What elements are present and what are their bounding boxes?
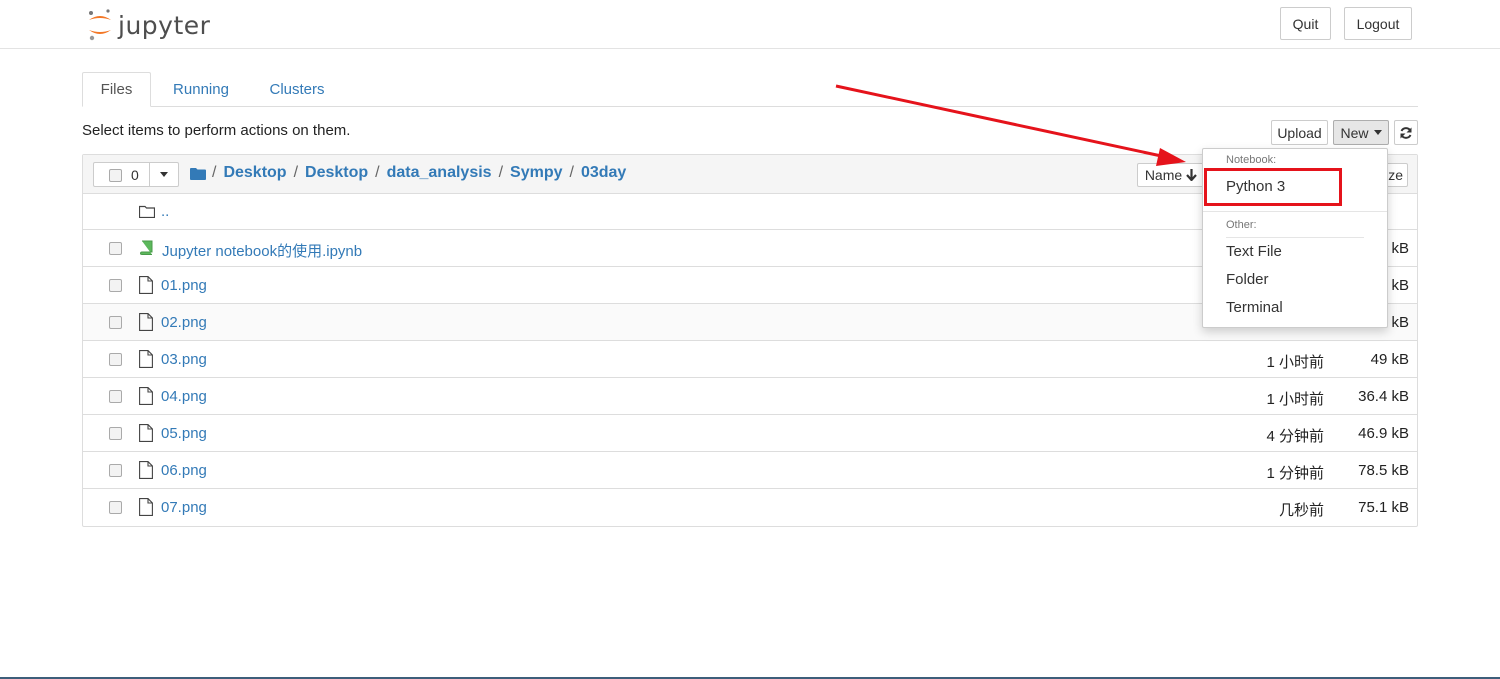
- new-button-label: New: [1340, 124, 1369, 141]
- jupyter-logo[interactable]: jupyter: [86, 8, 210, 42]
- refresh-icon: [1400, 126, 1412, 139]
- row-checkbox[interactable]: [109, 316, 122, 329]
- sort-name-label: Name: [1144, 167, 1183, 183]
- notebook-icon: [140, 240, 153, 255]
- select-all-checkbox-button[interactable]: 0: [93, 162, 150, 187]
- file-icon: [139, 424, 153, 442]
- file-row[interactable]: 03.png 1 小时前 49 kB: [83, 341, 1417, 378]
- row-checkbox[interactable]: [109, 464, 122, 477]
- logo-text: jupyter: [118, 10, 211, 40]
- select-menu-toggle[interactable]: [150, 162, 179, 187]
- breadcrumb-item[interactable]: Desktop: [223, 164, 286, 182]
- menu-divider: [1203, 211, 1387, 212]
- breadcrumb-separator: /: [293, 164, 299, 181]
- row-checkbox[interactable]: [109, 353, 122, 366]
- annotation-highlight-box: [1204, 168, 1342, 206]
- arrow-down-icon: [1186, 169, 1197, 181]
- row-checkbox[interactable]: [109, 279, 122, 292]
- tab-clusters[interactable]: Clusters: [258, 72, 336, 106]
- row-checkbox[interactable]: [109, 501, 122, 514]
- new-dropdown-button[interactable]: New: [1333, 120, 1389, 145]
- row-checkbox[interactable]: [109, 427, 122, 440]
- file-name-link[interactable]: Jupyter notebook的使用.ipynb: [162, 240, 362, 261]
- file-modified: 几秒前: [1278, 502, 1324, 519]
- file-size: kB: [1391, 277, 1409, 294]
- file-size: 49 kB: [1370, 351, 1409, 368]
- file-size: kB: [1391, 314, 1409, 331]
- jupyter-logo-icon: [89, 9, 111, 41]
- breadcrumb-item[interactable]: 03day: [581, 164, 626, 182]
- file-name-link[interactable]: 07.png: [161, 499, 207, 516]
- select-all-checkbox[interactable]: [109, 169, 122, 182]
- breadcrumb-item[interactable]: Sympy: [510, 164, 562, 182]
- file-name-link[interactable]: 03.png: [161, 351, 207, 368]
- file-size: 46.9 kB: [1358, 425, 1409, 442]
- file-modified: 4 分钟前: [1266, 428, 1324, 445]
- file-icon: [139, 498, 153, 516]
- refresh-button[interactable]: [1394, 120, 1418, 145]
- menu-item-terminal[interactable]: Terminal: [1226, 299, 1283, 316]
- menu-divider: [1226, 237, 1364, 238]
- menu-item-text-file[interactable]: Text File: [1226, 243, 1282, 260]
- tab-files[interactable]: Files: [82, 72, 151, 107]
- file-row[interactable]: 04.png 1 小时前 36.4 kB: [83, 378, 1417, 415]
- file-name-link[interactable]: 06.png: [161, 462, 207, 479]
- file-name-link[interactable]: 05.png: [161, 425, 207, 442]
- menu-header-notebook: Notebook:: [1226, 154, 1277, 166]
- upload-button[interactable]: Upload: [1271, 120, 1328, 145]
- file-modified: 1 小时前: [1266, 354, 1324, 371]
- file-row[interactable]: 05.png 4 分钟前 46.9 kB: [83, 415, 1417, 452]
- breadcrumb-item[interactable]: data_analysis: [387, 164, 492, 182]
- row-checkbox[interactable]: [109, 390, 122, 403]
- file-icon: [139, 313, 153, 331]
- quit-button[interactable]: Quit: [1280, 7, 1331, 40]
- file-modified: 1 小时前: [1266, 391, 1324, 408]
- selection-hint: Select items to perform actions on them.: [82, 122, 351, 139]
- file-size: 78.5 kB: [1358, 462, 1409, 479]
- file-icon: [139, 276, 153, 294]
- file-size: 36.4 kB: [1358, 388, 1409, 405]
- file-name-link[interactable]: 01.png: [161, 277, 207, 294]
- selected-count: 0: [131, 167, 139, 183]
- file-row[interactable]: 07.png 几秒前 75.1 kB: [83, 489, 1417, 526]
- breadcrumb-item[interactable]: Desktop: [305, 164, 368, 182]
- file-name-link[interactable]: 02.png: [161, 314, 207, 331]
- sort-by-name-button[interactable]: Name: [1137, 163, 1205, 187]
- breadcrumb-separator: /: [212, 164, 217, 181]
- file-icon: [139, 387, 153, 405]
- sort-size-label: ze: [1388, 167, 1403, 183]
- caret-down-icon: [1373, 130, 1382, 135]
- menu-header-other: Other:: [1226, 219, 1257, 231]
- select-all-group: 0: [93, 162, 179, 187]
- file-icon: [139, 350, 153, 368]
- breadcrumb: / Desktop / Desktop / data_analysis / Sy…: [190, 164, 626, 182]
- folder-outline-icon: [139, 205, 155, 218]
- file-name-link[interactable]: 04.png: [161, 388, 207, 405]
- file-modified: 1 分钟前: [1266, 465, 1324, 482]
- header-bar: jupyter Quit Logout: [0, 0, 1500, 49]
- tab-running[interactable]: Running: [161, 72, 241, 106]
- row-checkbox[interactable]: [109, 242, 122, 255]
- breadcrumb-separator: /: [498, 164, 504, 181]
- file-icon: [139, 461, 153, 479]
- breadcrumb-separator: /: [569, 164, 574, 181]
- breadcrumb-separator: /: [375, 164, 380, 181]
- caret-down-icon: [160, 172, 168, 177]
- file-size: kB: [1391, 240, 1409, 257]
- file-row[interactable]: 06.png 1 分钟前 78.5 kB: [83, 452, 1417, 489]
- logout-button[interactable]: Logout: [1344, 7, 1412, 40]
- menu-item-folder[interactable]: Folder: [1226, 271, 1269, 288]
- tab-bar: Files Running Clusters: [82, 72, 1418, 107]
- parent-directory-link[interactable]: ..: [161, 203, 169, 220]
- folder-icon[interactable]: [190, 167, 206, 180]
- file-size: 75.1 kB: [1358, 499, 1409, 516]
